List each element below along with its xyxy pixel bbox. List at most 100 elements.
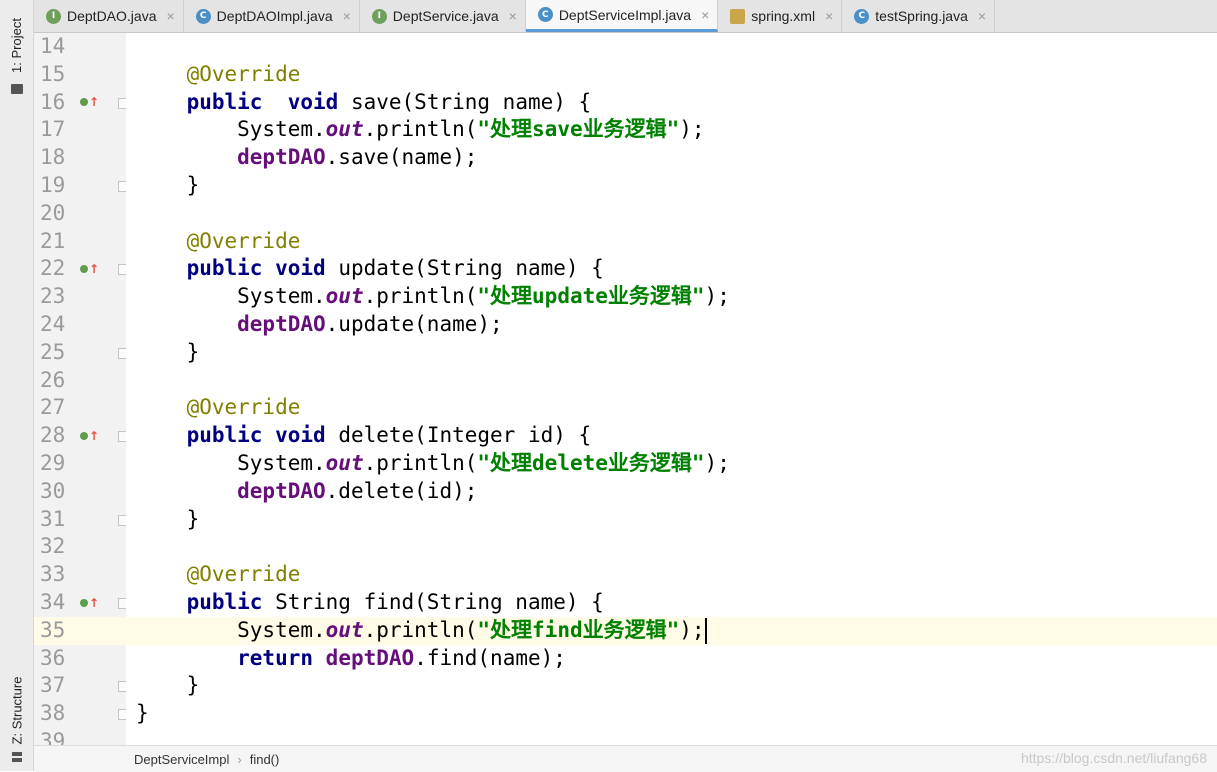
code-text: System.out.println("处理save业务逻辑");: [136, 117, 705, 142]
code-text: }: [136, 339, 200, 364]
line-number: 33: [40, 562, 66, 587]
tab-label: testSpring.java: [875, 8, 968, 24]
implements-method-icon[interactable]: ↑: [80, 422, 100, 450]
code-line[interactable]: System.out.println("处理save业务逻辑");: [126, 116, 1217, 144]
tab-deptservice-java[interactable]: I DeptService.java ×: [360, 0, 526, 32]
code-line[interactable]: [126, 367, 1217, 395]
line-number: 16: [40, 89, 66, 114]
code-text: @Override: [136, 228, 301, 253]
code-line[interactable]: public void delete(Integer id) {: [126, 422, 1217, 450]
interface-file-icon: I: [46, 8, 61, 24]
structure-tool-label: Z: Structure: [9, 676, 25, 744]
watermark-url: https://blog.csdn.net/liufang68: [1020, 750, 1207, 766]
tab-label: DeptServiceImpl.java: [558, 6, 692, 23]
code-text: public void delete(Integer id) {: [136, 423, 592, 448]
tab-spring-xml[interactable]: spring.xml ×: [718, 0, 843, 32]
code-line[interactable]: System.out.println("处理update业务逻辑");: [126, 283, 1217, 311]
line-number: 22: [40, 256, 66, 281]
code-text: System.out.println("处理update业务逻辑");: [136, 284, 730, 309]
line-number: 23: [40, 284, 66, 309]
close-icon[interactable]: ×: [343, 8, 351, 24]
tab-deptserviceimpl-java[interactable]: C DeptServiceImpl.java ×: [525, 0, 719, 32]
tab-testspring-java[interactable]: CtestSpring.java ×: [842, 0, 996, 32]
text-caret: [704, 617, 707, 644]
code-text: deptDAO.update(name);: [136, 312, 503, 336]
code-line[interactable]: System.out.println("处理delete业务逻辑");: [126, 450, 1217, 478]
class-file-icon: C: [195, 8, 211, 24]
code-line[interactable]: deptDAO.save(name);: [126, 144, 1217, 172]
code-text: }: [136, 673, 200, 698]
implements-method-icon[interactable]: ↑: [80, 89, 100, 117]
project-tool-tab[interactable]: 1: Project: [0, 0, 33, 90]
close-icon[interactable]: ×: [701, 7, 709, 23]
code-text: }: [136, 506, 200, 531]
code-line[interactable]: [126, 728, 1217, 745]
breadcrumb-method[interactable]: find(): [250, 752, 280, 767]
code-text: return deptDAO.find(name);: [136, 645, 566, 670]
code-text: deptDAO.delete(id);: [136, 478, 478, 503]
tab-label: spring.xml: [751, 8, 816, 24]
tab-deptdao-java[interactable]: I DeptDAO.java ×: [34, 0, 184, 32]
line-number: 37: [40, 673, 66, 698]
code-line[interactable]: public void save(String name) {: [126, 89, 1217, 117]
line-number: 35: [40, 617, 66, 642]
breadcrumb-class[interactable]: DeptServiceImpl: [134, 752, 229, 767]
code-line[interactable]: deptDAO.update(name);: [126, 311, 1217, 339]
implements-method-icon[interactable]: ↑: [80, 255, 100, 283]
structure-tool-tab[interactable]: Z: Structure: [0, 660, 33, 760]
line-number: 28: [40, 423, 66, 448]
code-line[interactable]: System.out.println("处理find业务逻辑");: [126, 616, 1217, 645]
code-text: }: [136, 173, 200, 197]
code-line[interactable]: @Override: [126, 394, 1217, 422]
code-line[interactable]: }: [126, 700, 1217, 728]
code-line[interactable]: public void update(String name) {: [126, 255, 1217, 283]
implements-method-icon[interactable]: ↑: [80, 589, 100, 617]
code-text: public void update(String name) {: [136, 256, 604, 281]
code-line[interactable]: @Override: [126, 228, 1217, 256]
editor-tab-bar: I DeptDAO.java × C DeptDAOImpl.java × I DeptSer…: [34, 0, 1217, 33]
tab-label: DeptDAOImpl.java: [216, 8, 333, 24]
code-line[interactable]: }: [126, 672, 1217, 700]
line-number: 27: [40, 395, 66, 420]
code-line[interactable]: }: [126, 506, 1217, 534]
test-class-file-icon: C: [854, 8, 870, 24]
code-editor[interactable]: @Override public void save(String name) …: [126, 33, 1217, 745]
code-line[interactable]: [126, 200, 1217, 228]
close-icon[interactable]: ×: [166, 8, 174, 24]
close-icon[interactable]: ×: [509, 8, 517, 24]
line-number: 32: [40, 534, 66, 559]
code-line[interactable]: @Override: [126, 561, 1217, 589]
line-number-gutter: 14 15 16 ↑ 17 18 19 20 21 22 ↑ 23 24 25 26 27 28 ↑ 29 30 31 3…: [34, 33, 129, 753]
code-line[interactable]: }: [126, 172, 1217, 200]
interface-file-icon: I: [371, 8, 387, 24]
code-line[interactable]: }: [126, 339, 1217, 367]
code-text: deptDAO.save(name);: [136, 145, 478, 170]
code-line[interactable]: return deptDAO.find(name);: [126, 645, 1217, 673]
line-number: 15: [40, 61, 66, 86]
xml-file-icon: [730, 8, 746, 24]
code-text: public void save(String name) {: [136, 89, 592, 114]
line-number: 19: [40, 173, 66, 197]
code-line[interactable]: [126, 533, 1217, 561]
code-line[interactable]: @Override: [126, 61, 1217, 89]
line-number: 30: [40, 478, 66, 503]
code-line[interactable]: deptDAO.delete(id);: [126, 478, 1217, 506]
code-line[interactable]: public String find(String name) {: [126, 589, 1217, 617]
tab-label: DeptService.java: [392, 8, 499, 24]
line-number: 18: [40, 145, 66, 170]
code-text: @Override: [136, 395, 301, 420]
project-tool-label: 1: Project: [9, 17, 25, 73]
code-text: @Override: [136, 61, 301, 86]
tab-deptdaoimpl-java[interactable]: C DeptDAOImpl.java ×: [184, 0, 360, 32]
code-text: System.out.println("处理delete业务逻辑");: [136, 451, 730, 475]
line-number: 29: [40, 451, 66, 475]
line-number: 38: [40, 701, 66, 726]
line-number: 20: [40, 200, 66, 225]
code-text: System.out.println("处理find业务逻辑");: [136, 617, 707, 644]
close-icon[interactable]: ×: [825, 8, 833, 24]
close-icon[interactable]: ×: [978, 8, 986, 24]
code-line[interactable]: [126, 33, 1217, 61]
line-number: 25: [40, 339, 66, 364]
breadcrumb-separator: ›: [237, 751, 242, 767]
code-text: @Override: [136, 562, 301, 587]
